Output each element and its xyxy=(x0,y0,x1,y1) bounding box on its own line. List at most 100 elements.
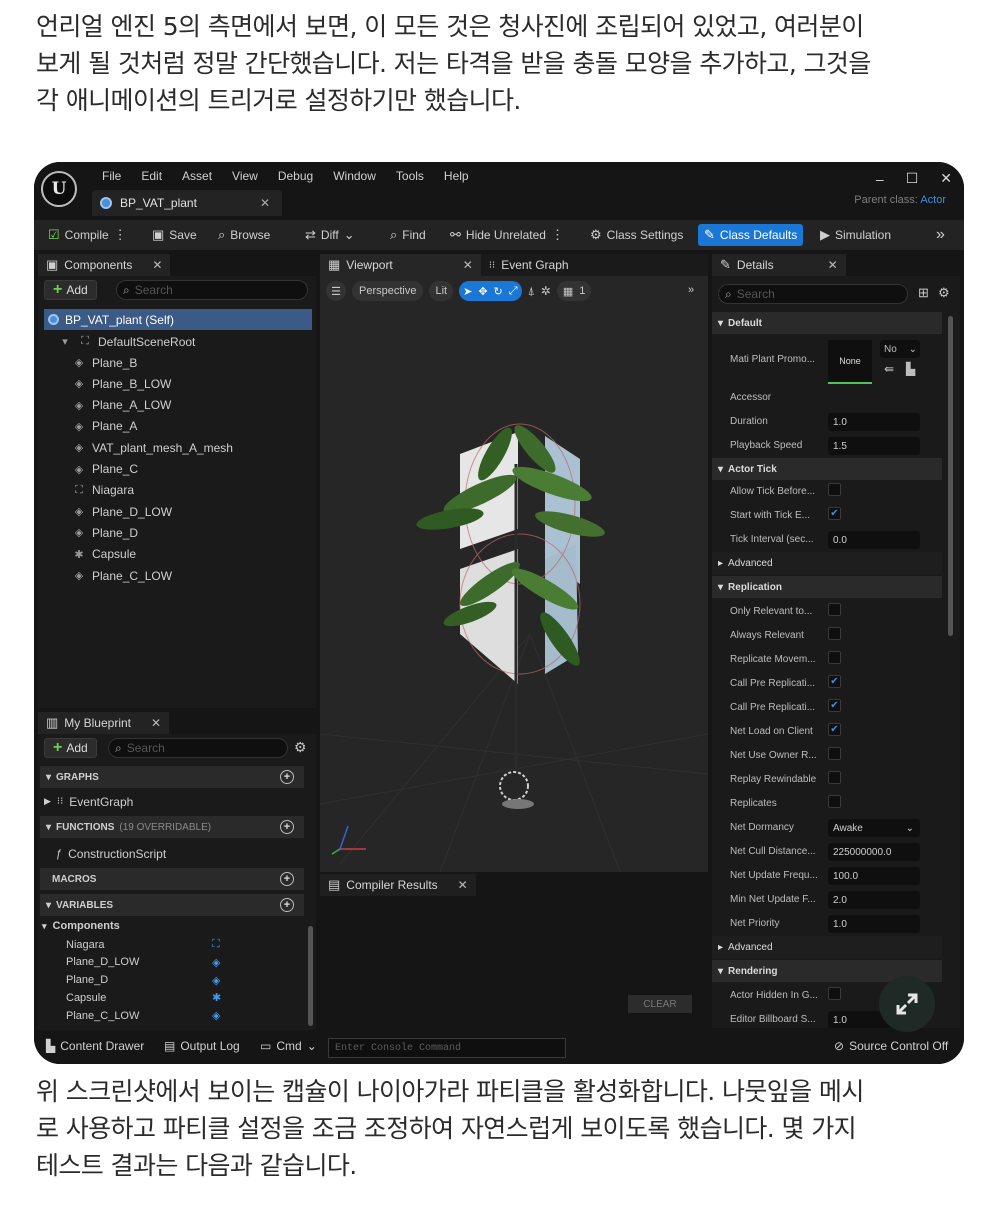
details-search-input[interactable]: ⌕ Search xyxy=(718,284,908,304)
net-dormancy-dropdown[interactable]: Awake ⌄ xyxy=(828,819,920,837)
simulation-button[interactable]: ▶ Simulation xyxy=(814,224,897,246)
asset-thumbnail[interactable]: None xyxy=(828,340,872,384)
event-graph-tab[interactable]: ⁝⁝ Event Graph xyxy=(480,254,577,276)
component-item[interactable]: ◈ Plane_C xyxy=(72,459,138,480)
gear-icon[interactable]: ⚙ xyxy=(294,739,307,756)
viewport-scene[interactable] xyxy=(320,304,708,872)
start-tick-checkbox[interactable]: ✔ xyxy=(828,507,841,520)
section-actor-tick[interactable]: ▾ Actor Tick xyxy=(712,458,942,480)
component-item[interactable]: ⛶ Niagara xyxy=(72,480,134,501)
always-relevant-checkbox[interactable] xyxy=(828,627,841,640)
section-advanced-tick[interactable]: ▸ Advanced xyxy=(712,552,942,574)
maximize-icon[interactable]: ☐ xyxy=(906,170,919,187)
find-button[interactable]: ⌕ Find xyxy=(384,224,432,246)
browse-button[interactable]: ⌕ Browse xyxy=(212,224,276,246)
viewport-tab[interactable]: ▦ Viewport ✕ xyxy=(320,254,481,276)
event-graph-item[interactable]: ▶ ⁝⁝ EventGraph xyxy=(44,791,133,812)
net-update-frequency-field[interactable]: 100.0 xyxy=(828,867,920,885)
menu-file[interactable]: File xyxy=(92,169,131,183)
graphs-section[interactable]: ▾ GRAPHS + xyxy=(40,766,304,788)
expand-arrow-icon[interactable]: ▾ xyxy=(58,335,72,348)
add-component-button[interactable]: + Add xyxy=(44,280,97,300)
component-item[interactable]: ◈ VAT_plant_mesh_A_mesh xyxy=(72,437,233,458)
parent-class-value[interactable]: Actor xyxy=(920,194,946,206)
net-load-checkbox[interactable]: ✔ xyxy=(828,723,841,736)
replay-rewindable-checkbox[interactable] xyxy=(828,771,841,784)
minimize-icon[interactable]: – xyxy=(876,171,884,187)
use-selected-icon[interactable]: ⇚ xyxy=(884,362,894,376)
more-options-icon[interactable]: ⋮ xyxy=(551,227,564,243)
components-tab[interactable]: ▣ Components ✕ xyxy=(38,254,171,276)
net-priority-field[interactable]: 1.0 xyxy=(828,915,920,933)
only-relevant-checkbox[interactable] xyxy=(828,603,841,616)
table-view-icon[interactable]: ⊞ xyxy=(918,285,929,301)
net-cull-distance-field[interactable]: 225000000.0 xyxy=(828,843,920,861)
actor-hidden-checkbox[interactable] xyxy=(828,987,841,1000)
close-tab-icon[interactable]: ✕ xyxy=(463,258,473,272)
add-blueprint-item-button[interactable]: + Add xyxy=(44,738,97,758)
hide-unrelated-button[interactable]: ⚯ Hide Unrelated ⋮ xyxy=(444,224,570,246)
scale-tool-icon[interactable]: ⤢ xyxy=(509,285,518,298)
menu-help[interactable]: Help xyxy=(434,169,479,183)
close-tab-icon[interactable]: ✕ xyxy=(152,258,162,272)
component-item[interactable]: ◈ Plane_C_LOW xyxy=(72,565,172,586)
menu-window[interactable]: Window xyxy=(323,169,386,183)
content-drawer-button[interactable]: ▙ Content Drawer xyxy=(46,1039,144,1053)
call-pre-replication-checkbox[interactable]: ✔ xyxy=(828,675,841,688)
lit-button[interactable]: Lit xyxy=(429,281,454,301)
console-command-input[interactable]: Enter Console Command xyxy=(328,1038,566,1058)
duration-field[interactable]: 1.0 xyxy=(828,413,920,431)
add-graph-icon[interactable]: + xyxy=(280,770,294,784)
replicates-checkbox[interactable] xyxy=(828,795,841,808)
surface-snap-icon[interactable]: ✲ xyxy=(541,284,551,298)
macros-section[interactable]: MACROS + xyxy=(40,868,304,890)
component-item[interactable]: ◈ Plane_A_LOW xyxy=(72,395,172,416)
section-default[interactable]: ▾ Default xyxy=(712,312,942,334)
class-defaults-button[interactable]: ✎ Class Defaults xyxy=(698,224,804,246)
menu-asset[interactable]: Asset xyxy=(172,169,222,183)
gear-icon[interactable]: ⚙ xyxy=(938,285,950,301)
toolbar-overflow-button[interactable]: » xyxy=(930,224,951,246)
close-tab-icon[interactable]: ✕ xyxy=(828,258,838,272)
world-local-icon[interactable]: ⍋ xyxy=(528,284,535,299)
rotate-tool-icon[interactable]: ↻ xyxy=(494,285,503,298)
call-pre-replication-checkbox[interactable]: ✔ xyxy=(828,699,841,712)
my-blueprint-search-input[interactable]: ⌕ Search xyxy=(108,738,288,758)
scrollbar[interactable] xyxy=(948,316,953,636)
variable-item[interactable]: Plane_D_LOW ◈ xyxy=(66,954,220,971)
functions-section[interactable]: ▾ FUNCTIONS (19 OVERRIDABLE) + xyxy=(40,816,304,838)
net-use-owner-checkbox[interactable] xyxy=(828,747,841,760)
save-button[interactable]: ▣ Save xyxy=(146,224,203,246)
browse-asset-icon[interactable]: ▙ xyxy=(906,362,915,376)
compiler-results-tab[interactable]: ▤ Compiler Results ✕ xyxy=(320,874,476,896)
expand-image-button[interactable] xyxy=(879,976,935,1032)
diff-button[interactable]: ⇄ Diff ⌄ xyxy=(299,224,361,246)
add-function-icon[interactable]: + xyxy=(280,820,294,834)
components-variable-group[interactable]: ▾ Components xyxy=(42,918,120,934)
details-tab[interactable]: ✎ Details ✕ xyxy=(712,254,846,276)
construction-script-item[interactable]: ƒ ConstructionScript xyxy=(56,843,166,864)
variable-item[interactable]: Plane_D ◈ xyxy=(66,972,220,989)
variable-item[interactable]: Plane_C_LOW ◈ xyxy=(66,1007,220,1024)
output-log-button[interactable]: ▤ Output Log xyxy=(164,1039,240,1053)
menu-tools[interactable]: Tools xyxy=(386,169,434,183)
component-item[interactable]: ✱ Capsule xyxy=(72,544,136,565)
expand-arrow-icon[interactable]: ▶ xyxy=(44,796,51,807)
component-root-self[interactable]: BP_VAT_plant (Self) xyxy=(44,309,312,330)
class-settings-button[interactable]: ⚙ Class Settings xyxy=(584,224,689,246)
unreal-logo-icon[interactable]: U xyxy=(41,171,77,207)
allow-tick-checkbox[interactable] xyxy=(828,483,841,496)
add-macro-icon[interactable]: + xyxy=(280,872,294,886)
add-variable-icon[interactable]: + xyxy=(280,898,294,912)
component-item[interactable]: ◈ Plane_B xyxy=(72,352,138,373)
source-control-button[interactable]: ⊘ Source Control Off xyxy=(834,1039,948,1053)
variable-item[interactable]: Capsule ✱ xyxy=(66,989,221,1006)
asset-picker-dropdown[interactable]: No ⌄ xyxy=(880,340,920,358)
components-search-input[interactable]: ⌕ Search xyxy=(116,280,308,300)
viewport-overflow-icon[interactable]: » xyxy=(688,284,694,296)
component-item[interactable]: ◈ Plane_B_LOW xyxy=(72,373,172,394)
hamburger-menu-icon[interactable]: ☰ xyxy=(326,281,346,301)
menu-debug[interactable]: Debug xyxy=(268,169,323,183)
close-tab-icon[interactable]: ✕ xyxy=(260,196,270,210)
tick-interval-field[interactable]: 0.0 xyxy=(828,531,920,549)
